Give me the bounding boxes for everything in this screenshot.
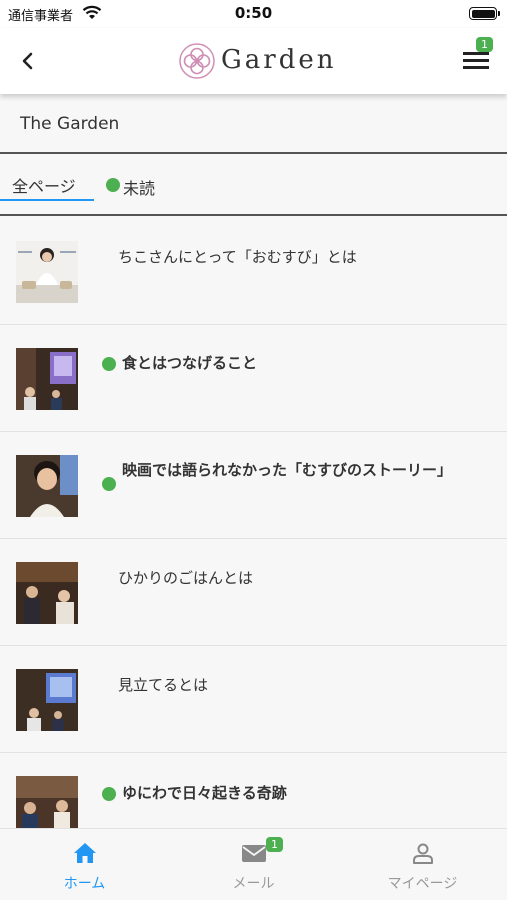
- thumbnail-image: [16, 348, 78, 410]
- page-list: ちこさんにとって「おむすび」とは 食とはつなげること 映画では語られなかった「む…: [0, 218, 507, 828]
- list-item[interactable]: 見立てるとは: [0, 646, 507, 753]
- active-tab-indicator: [0, 199, 94, 201]
- person-icon: [413, 843, 433, 864]
- thumbnail-image: [16, 562, 78, 624]
- menu-button[interactable]: 1: [463, 37, 493, 71]
- clock: 0:50: [234, 4, 273, 22]
- section-header: The Garden: [0, 94, 507, 154]
- unread-dot-icon: [102, 477, 116, 491]
- list-item[interactable]: ひかりのごはんとは: [0, 539, 507, 646]
- brand-name: Garden: [221, 45, 337, 75]
- thumbnail-image: [16, 776, 78, 828]
- menu-badge: 1: [476, 37, 493, 52]
- filter-tabs: 全ページ 未読: [0, 156, 507, 216]
- section-title: The Garden: [20, 114, 120, 134]
- unread-dot-icon: [102, 787, 116, 801]
- battery-icon: [469, 7, 500, 20]
- list-item[interactable]: 映画では語られなかった「むすびのストーリー」: [0, 432, 507, 539]
- list-item-title: 見立てるとは: [118, 676, 209, 694]
- tab-mypage[interactable]: マイページ: [338, 829, 507, 900]
- list-item-title: ゆにわで日々起きる奇跡: [122, 784, 287, 802]
- home-icon: [74, 843, 96, 863]
- thumbnail-image: [16, 241, 78, 303]
- list-item[interactable]: ちこさんにとって「おむすび」とは: [0, 218, 507, 325]
- list-item-title: 映画では語られなかった「むすびのストーリー」: [122, 461, 453, 479]
- unread-dot-icon: [106, 178, 120, 192]
- mail-icon: [242, 845, 266, 862]
- tab-unread[interactable]: 未読: [104, 156, 194, 204]
- status-bar: 通信事業者 0:50: [0, 0, 507, 28]
- list-item[interactable]: 食とはつなげること: [0, 325, 507, 432]
- tab-mail-label: メール: [232, 876, 275, 892]
- tab-home[interactable]: ホーム: [0, 829, 169, 900]
- tab-unread-label: 未読: [123, 179, 156, 198]
- tab-all-pages[interactable]: 全ページ: [0, 156, 94, 204]
- mail-badge: 1: [266, 837, 283, 852]
- bottom-tab-bar: ホーム 1 メール マイページ: [0, 828, 507, 900]
- tab-all-pages-label: 全ページ: [12, 177, 76, 196]
- unread-dot-icon: [102, 357, 116, 371]
- tab-home-label: ホーム: [63, 876, 106, 892]
- garden-logo-icon: [179, 43, 215, 79]
- thumbnail-image: [16, 455, 78, 517]
- list-item[interactable]: ゆにわで日々起きる奇跡: [0, 753, 507, 828]
- menu-icon: [463, 52, 489, 55]
- thumbnail-image: [16, 669, 78, 731]
- back-button[interactable]: [16, 49, 40, 73]
- list-item-title: ひかりのごはんとは: [118, 569, 254, 587]
- list-item-title: ちこさんにとって「おむすび」とは: [118, 248, 357, 266]
- tab-mypage-label: マイページ: [387, 876, 458, 892]
- nav-bar: Garden 1: [0, 28, 507, 94]
- tab-mail[interactable]: 1 メール: [169, 829, 338, 900]
- list-item-title: 食とはつなげること: [122, 354, 258, 372]
